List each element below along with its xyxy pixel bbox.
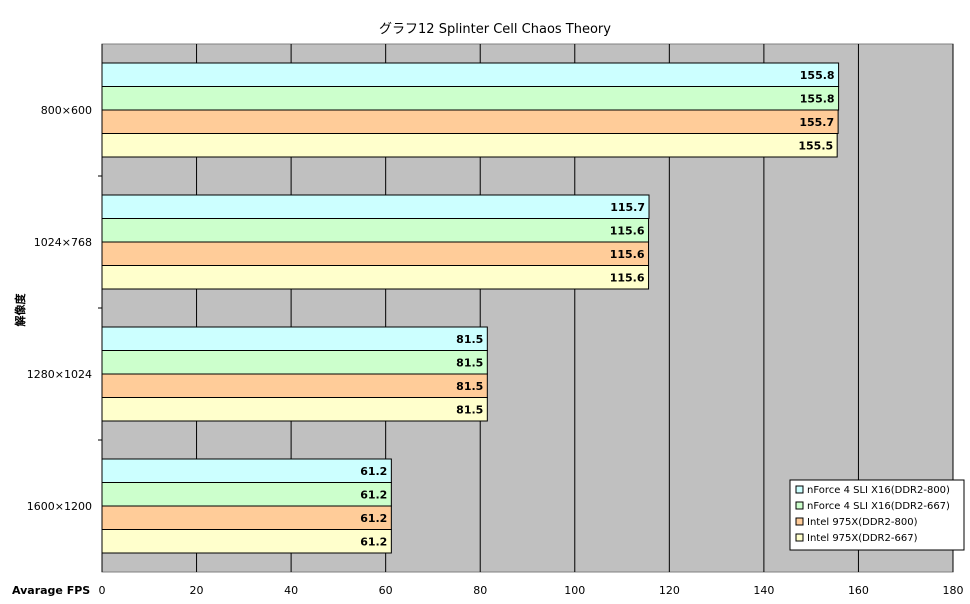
x-tick-label: 120 [659,584,680,597]
bar [101,397,488,422]
legend-label: nForce 4 SLI X16(DDR2-800) [807,485,950,496]
data-label: 81.5 [456,356,483,369]
legend-swatch [795,501,804,510]
bar [101,265,650,290]
legend-swatch [795,517,804,526]
legend-swatch [795,485,804,494]
data-label: 61.2 [360,535,387,548]
legend: nForce 4 SLI X16(DDR2-800) nForce 4 SLI X… [789,479,965,551]
bar [101,482,392,507]
data-label: 155.8 [800,92,835,105]
x-tick-label: 100 [564,584,585,597]
x-tick-label: 180 [943,584,964,597]
legend-swatch [795,533,804,542]
data-label: 155.7 [799,116,834,129]
category-label: 800×600 [41,104,92,117]
x-tick-label: 80 [473,584,487,597]
x-tick-label: 60 [379,584,393,597]
data-label: 155.5 [798,139,833,152]
bar [101,62,840,87]
legend-label: Intel 975X(DDR2-667) [807,533,918,544]
data-label: 115.6 [610,271,645,284]
x-tick-label: 160 [848,584,869,597]
bar [101,218,650,243]
category-label: 1024×768 [34,236,92,249]
bar [101,373,488,398]
y-axis-title: 解像度 [13,293,27,327]
data-label: 155.8 [800,69,835,82]
bar [101,326,488,351]
bar [101,133,838,158]
legend-label: Intel 975X(DDR2-800) [807,517,918,528]
data-label: 61.2 [360,512,387,525]
x-tick-label: 140 [753,584,774,597]
bar [101,194,650,219]
chart-title: グラフ12 Splinter Cell Chaos Theory [379,22,611,37]
x-tick-label: 40 [284,584,298,597]
bar [101,505,392,530]
data-label: 81.5 [456,333,483,346]
bar [101,458,392,483]
chart: グラフ12 Splinter Cell Chaos Theory 155.8 15… [12,22,965,597]
legend-label: nForce 4 SLI X16(DDR2-667) [807,501,950,512]
data-label: 61.2 [360,488,387,501]
bar [101,86,840,111]
category-label: 1280×1024 [27,368,92,381]
data-label: 81.5 [456,403,483,416]
x-tick-label: 0 [99,584,106,597]
bar [101,109,839,134]
data-label: 115.6 [610,224,645,237]
category-labels: 800×600 1024×768 1280×1024 1600×1200 [27,104,92,513]
bar [101,529,392,554]
x-tick-label: 20 [190,584,204,597]
data-label: 61.2 [360,465,387,478]
bar [101,241,650,266]
data-label: 81.5 [456,380,483,393]
x-tick-labels: 0 20 40 60 80 100 120 140 160 180 [99,584,964,597]
data-label: 115.6 [610,248,645,261]
x-axis-title: Avarage FPS [12,584,90,597]
y-axis-ticks [98,175,102,441]
data-label: 115.7 [610,201,645,214]
bar [101,350,488,375]
category-label: 1600×1200 [27,500,92,513]
